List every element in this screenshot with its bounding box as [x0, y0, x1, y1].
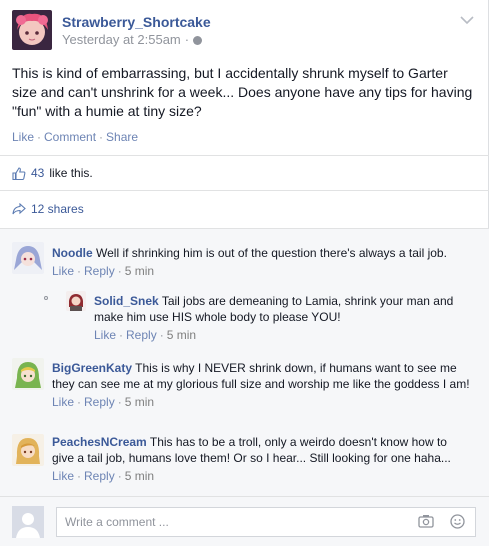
comment-like-link[interactable]: Like: [52, 264, 74, 278]
chevron-down-icon[interactable]: [460, 14, 474, 25]
post-author-name[interactable]: Strawberry_Shortcake: [62, 14, 211, 30]
shares-summary[interactable]: 12 shares: [12, 202, 84, 216]
camera-icon[interactable]: [418, 514, 434, 528]
comment-time[interactable]: 5 min: [125, 395, 154, 409]
post-body: This is kind of embarrassing, but I acci…: [12, 65, 473, 119]
comment: BigGreenKaty This is why I NEVER shrink …: [52, 360, 472, 410]
comment-like-link[interactable]: Like: [52, 395, 74, 409]
commenter-name[interactable]: PeachesNCream: [52, 435, 147, 449]
author-avatar[interactable]: [12, 10, 52, 50]
comment-meta: Like · Reply · 5 min: [94, 327, 466, 343]
commenter-avatar[interactable]: [12, 242, 44, 274]
divider: [0, 155, 489, 156]
comment-like-link[interactable]: Like: [52, 469, 74, 483]
separator: ·: [117, 469, 122, 483]
likes-suffix: like this.: [49, 166, 93, 180]
comment-meta: Like · Reply · 5 min: [52, 394, 472, 410]
divider: [0, 496, 489, 497]
post-timestamp: Yesterday at 2:55am ·: [62, 32, 203, 47]
likes-count[interactable]: 43: [31, 166, 44, 180]
commenter-avatar[interactable]: [12, 358, 44, 390]
divider: [0, 228, 489, 229]
comment-time[interactable]: 5 min: [125, 469, 154, 483]
comment-input[interactable]: Write a comment ...: [56, 507, 476, 537]
comment-time[interactable]: 5 min: [167, 328, 196, 342]
divider: [0, 190, 489, 191]
likes-summary: 43 like this.: [12, 166, 93, 180]
comment: Noodle Well if shrinking him is out of t…: [52, 245, 472, 279]
post-timestamp-text[interactable]: Yesterday at 2:55am: [62, 32, 181, 47]
comment-meta: Like · Reply · 5 min: [52, 468, 472, 484]
comment: PeachesNCream This has to be a troll, on…: [52, 434, 472, 484]
post-like-link[interactable]: Like: [12, 130, 34, 144]
commenter-name[interactable]: BigGreenKaty: [52, 361, 132, 375]
commenter-avatar[interactable]: [12, 434, 44, 466]
smiley-icon[interactable]: [450, 514, 465, 529]
shares-count[interactable]: 12 shares: [31, 202, 84, 216]
post-actions: Like · Comment · Share: [12, 130, 138, 144]
separator: ·: [77, 264, 82, 278]
post-share-link[interactable]: Share: [106, 130, 138, 144]
separator: ·: [77, 395, 82, 409]
separator: ·: [119, 328, 124, 342]
share-arrow-icon: [12, 203, 26, 215]
globe-icon: [193, 36, 203, 45]
separator: ·: [117, 395, 122, 409]
comment-composer: Write a comment ...: [12, 506, 476, 538]
current-user-avatar: [12, 506, 44, 538]
comment-like-link[interactable]: Like: [94, 328, 116, 342]
comment-reply-link[interactable]: Reply: [84, 395, 115, 409]
separator: ·: [117, 264, 122, 278]
separator: ·: [77, 469, 82, 483]
thumbs-up-icon: [12, 166, 26, 180]
commenter-avatar[interactable]: [66, 291, 86, 311]
reply-comment: Solid_Snek Tail jobs are demeaning to La…: [94, 293, 466, 343]
reply-thread-marker: [44, 296, 48, 300]
separator: ·: [99, 130, 104, 144]
comment-meta: Like · Reply · 5 min: [52, 263, 472, 279]
separator: ·: [159, 328, 164, 342]
comment-reply-link[interactable]: Reply: [84, 469, 115, 483]
facebook-post: Strawberry_Shortcake Yesterday at 2:55am…: [0, 0, 489, 546]
comment-reply-link[interactable]: Reply: [126, 328, 157, 342]
comment-reply-link[interactable]: Reply: [84, 264, 115, 278]
comment-input-placeholder: Write a comment ...: [65, 515, 169, 529]
comment-time[interactable]: 5 min: [125, 264, 154, 278]
commenter-name[interactable]: Noodle: [52, 246, 93, 260]
commenter-name[interactable]: Solid_Snek: [94, 294, 159, 308]
separator: ·: [37, 130, 42, 144]
post-comment-link[interactable]: Comment: [44, 130, 96, 144]
composer-icons: [418, 514, 465, 529]
timestamp-separator: ·: [184, 32, 190, 47]
comment-text: Well if shrinking him is out of the ques…: [96, 246, 447, 260]
